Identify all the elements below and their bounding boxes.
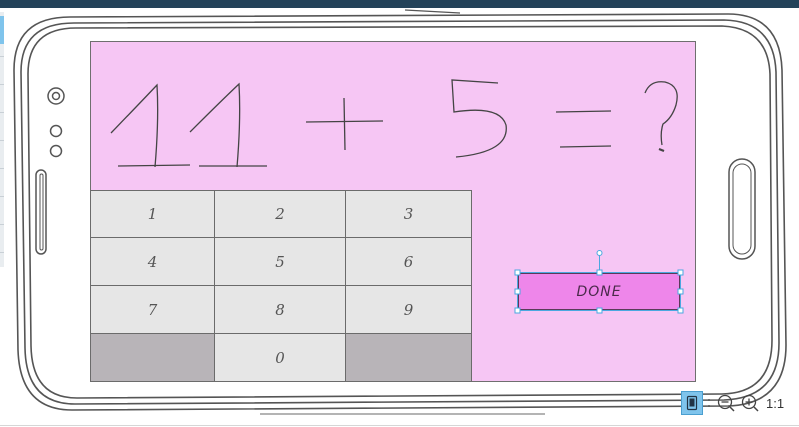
keypad-key-7[interactable]: 7 [90, 285, 215, 334]
equation-plus-sign [305, 97, 384, 151]
number-keypad: 1 2 3 4 5 6 7 8 9 0 [90, 190, 472, 382]
keypad-key-4[interactable]: 4 [90, 237, 215, 286]
keypad-key-9[interactable]: 9 [345, 285, 472, 334]
equation-question-mark [644, 81, 678, 153]
zoom-out-icon[interactable] [715, 391, 737, 415]
equation-operand-1 [110, 82, 267, 168]
keypad-key-blank-right[interactable] [345, 333, 472, 382]
keypad-key-1[interactable]: 1 [90, 190, 215, 238]
keypad-key-blank-left[interactable] [90, 333, 215, 382]
keypad-key-6[interactable]: 6 [345, 237, 472, 286]
keypad-key-8[interactable]: 8 [214, 285, 346, 334]
status-divider [0, 425, 799, 426]
keypad-key-2[interactable]: 2 [214, 190, 346, 238]
phone-device-icon[interactable] [681, 391, 703, 415]
equation-equals-sign [555, 110, 612, 148]
keypad-key-3[interactable]: 3 [345, 190, 472, 238]
keypad-key-0[interactable]: 0 [214, 333, 346, 382]
equation-operand-2 [451, 79, 507, 158]
keypad-key-5[interactable]: 5 [214, 237, 346, 286]
done-button[interactable]: DONE [518, 273, 680, 310]
zoom-ratio-button[interactable]: 1:1 [763, 391, 787, 415]
zoom-controls: 1:1 [681, 390, 789, 416]
device-menu-dots-icon[interactable] [705, 391, 713, 415]
zoom-in-icon[interactable] [739, 391, 761, 415]
